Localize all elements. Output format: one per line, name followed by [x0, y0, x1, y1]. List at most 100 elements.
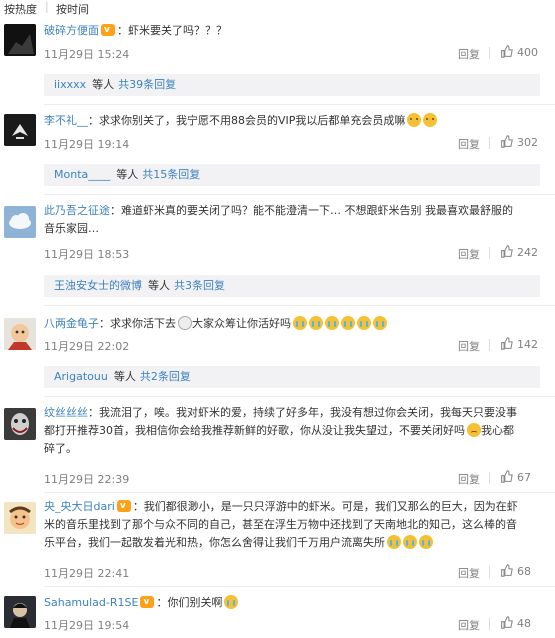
comment-text-continued: 碎了。 — [44, 442, 77, 455]
like-button[interactable]: 48 — [500, 616, 531, 630]
sub-reply-count[interactable]: 共39条回复 — [118, 78, 176, 91]
sub-reply-user[interactable]: iixxxx — [54, 78, 86, 91]
comment-text: ：我们都很渺小，是一只只浮游中的虾米。可是，我们又那么的巨大，因为在虾 — [132, 500, 518, 513]
sub-reply-user[interactable]: Arigatouu — [54, 370, 108, 383]
timestamp: 11月29日 19:14 — [44, 138, 130, 151]
sub-reply-mid: 等人 — [113, 370, 136, 383]
reply-button[interactable]: 回复 — [458, 471, 480, 487]
comment-text-continued: 乐平台，我们一起散发着光和热，你怎么舍得让我们千万用户流离失所 — [44, 534, 433, 552]
sub-reply-count[interactable]: 共2条回复 — [140, 370, 191, 383]
comment-text-continued: 米的音乐里找到了那个与众不同的自己，甚至在浮生万物中还找到了天南地北的知己，这么… — [44, 518, 517, 531]
comment-divider — [44, 586, 555, 587]
action-divider — [489, 247, 490, 259]
crying-emoji-icon — [387, 535, 401, 549]
timestamp: 11月29日 22:39 — [44, 473, 130, 486]
crying-emoji-icon — [419, 535, 433, 549]
crying-emoji-icon — [341, 316, 355, 330]
avatar[interactable] — [4, 596, 36, 628]
comment-body: 八两金龟子：求求你活下去 大家众筹让你活好吗 — [44, 315, 387, 333]
like-button[interactable]: 302 — [500, 135, 538, 149]
sort-separator: | — [45, 0, 49, 13]
username[interactable]: Sahamulad-R1SE — [44, 596, 138, 609]
username[interactable]: 央_央大日dari — [44, 500, 115, 513]
comment-text: ：求求你别关了，我宁愿不用88会员的VIP我以后都单充会员成嘛 — [88, 114, 406, 127]
crying-emoji-icon — [293, 316, 307, 330]
reply-button[interactable]: 回复 — [458, 338, 480, 354]
crying-emoji-icon — [373, 316, 387, 330]
avatar[interactable] — [4, 206, 36, 238]
crying-emoji-icon — [325, 316, 339, 330]
like-button[interactable]: 400 — [500, 45, 538, 59]
action-divider — [489, 618, 490, 630]
avatar[interactable] — [4, 114, 36, 146]
like-count: 242 — [517, 246, 538, 259]
comment-divider — [44, 104, 555, 105]
action-divider — [489, 472, 490, 484]
comment-text: ：难道虾米真的要关闭了吗？能不能澄清一下… 不想跟虾米告别 我最喜欢最舒服的 — [110, 204, 513, 217]
username[interactable]: 李不礼__ — [44, 114, 88, 127]
comment-body: 央_央大日dari ：我们都很渺小，是一只只浮游中的虾米。可是，我们又那么的巨大，… — [44, 497, 518, 516]
comment-text-continued: 音乐家园… — [44, 222, 99, 235]
thumbs-up-icon — [501, 564, 513, 577]
sub-replies-box[interactable]: 王浊安女士的微博 等人 共3条回复 — [44, 275, 540, 297]
thumbs-up-icon — [501, 337, 513, 350]
like-button[interactable]: 67 — [500, 470, 531, 484]
action-divider — [489, 566, 490, 578]
vip-badge-icon — [101, 21, 115, 39]
comment-divider — [44, 492, 555, 493]
timestamp: 11月29日 18:53 — [44, 248, 130, 261]
reply-button[interactable]: 回复 — [458, 565, 480, 581]
crying-emoji-icon — [309, 316, 323, 330]
sub-reply-user[interactable]: Monta____ — [54, 168, 110, 181]
avatar[interactable] — [4, 502, 36, 534]
reply-button[interactable]: 回复 — [458, 136, 480, 152]
username[interactable]: 破碎方便面 — [44, 24, 99, 37]
vip-badge-icon — [116, 497, 131, 515]
reply-button[interactable]: 回复 — [458, 46, 480, 62]
sub-replies-box[interactable]: iixxxx 等人 共39条回复 — [44, 74, 540, 96]
sort-bar: 按热度 | 按时间 — [0, 0, 555, 18]
username[interactable]: 纹丝丝丝 — [44, 406, 88, 419]
skull-emoji-icon — [178, 316, 192, 330]
sub-replies-box[interactable]: Arigatouu 等人 共2条回复 — [44, 366, 540, 388]
avatar[interactable] — [4, 318, 36, 350]
sad-emoji-icon — [467, 423, 481, 437]
vip-badge-icon — [140, 593, 155, 611]
sort-by-time-tab[interactable]: 按时间 — [56, 1, 89, 17]
comment-text: ：虾米要关了吗？？？ — [117, 24, 227, 37]
like-button[interactable]: 242 — [500, 245, 538, 259]
like-count: 142 — [517, 338, 538, 351]
sub-replies-box[interactable]: Monta____ 等人 共15条回复 — [44, 164, 540, 186]
like-button[interactable]: 68 — [500, 564, 531, 578]
sort-by-hot-tab[interactable]: 按热度 — [4, 1, 37, 17]
username[interactable]: 八两金龟子 — [44, 317, 99, 330]
like-count: 67 — [517, 471, 531, 484]
avatar[interactable] — [4, 24, 36, 56]
crying-emoji-icon — [403, 535, 417, 549]
like-button[interactable]: 142 — [500, 337, 538, 351]
comment-text: ：你们别关啊 — [156, 596, 223, 609]
action-divider — [489, 339, 490, 351]
comment-body: Sahamulad-R1SE ：你们别关啊 — [44, 593, 239, 612]
thumbs-up-icon — [501, 616, 513, 629]
timestamp: 11月29日 15:24 — [44, 48, 130, 61]
thumbs-up-icon — [501, 45, 513, 58]
avatar[interactable] — [4, 408, 36, 440]
sub-reply-count[interactable]: 共15条回复 — [142, 168, 200, 181]
comment-divider — [44, 305, 555, 306]
sub-reply-mid: 等人 — [116, 168, 139, 181]
sub-reply-count[interactable]: 共3条回复 — [174, 279, 225, 292]
thumbs-up-icon — [501, 245, 513, 258]
sub-reply-user[interactable]: 王浊安女士的微博 — [54, 279, 142, 292]
username[interactable]: 此乃吾之征途 — [44, 204, 110, 217]
action-divider — [489, 137, 490, 149]
reply-button[interactable]: 回复 — [458, 617, 480, 633]
like-count: 400 — [517, 46, 538, 59]
timestamp: 11月29日 22:41 — [44, 567, 130, 580]
comment-body: 李不礼__：求求你别关了，我宁愿不用88会员的VIP我以后都单充会员成嘛 — [44, 112, 438, 130]
thumbs-up-icon — [501, 135, 513, 148]
reply-button[interactable]: 回复 — [458, 246, 480, 262]
sub-reply-mid: 等人 — [148, 279, 170, 292]
comment-body: 破碎方便面 ：虾米要关了吗？？？ — [44, 21, 227, 40]
worried-emoji-icon — [423, 113, 438, 127]
